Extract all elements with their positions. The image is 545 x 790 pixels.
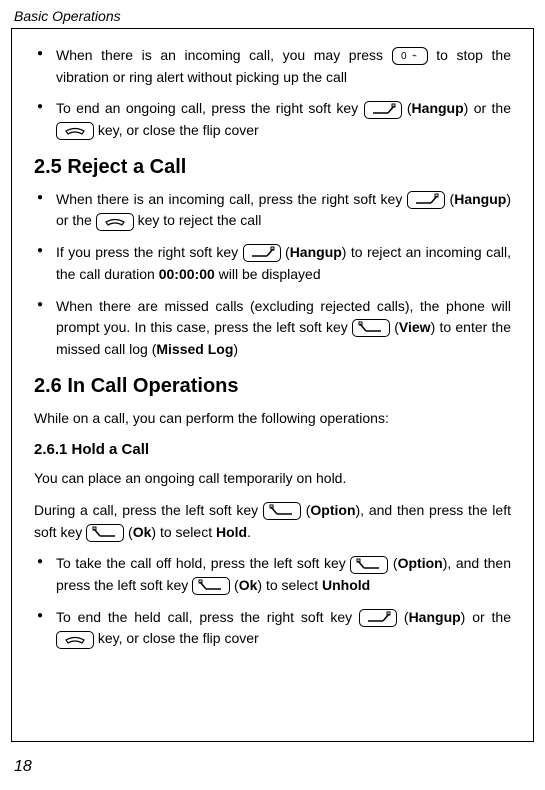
text: (	[281, 244, 290, 260]
text: (	[301, 502, 310, 518]
ok-label: Ok	[133, 524, 152, 540]
svg-text:0: 0	[401, 51, 407, 62]
text: key, or close the flip cover	[94, 122, 259, 138]
page-content: When there is an incoming call, you may …	[11, 28, 534, 742]
text: (	[230, 577, 239, 593]
text: ) to select	[151, 524, 216, 540]
right-softkey-icon	[364, 101, 402, 119]
right-softkey-icon	[359, 609, 397, 627]
hold-bullets: To take the call off hold, press the lef…	[34, 553, 511, 650]
hold-label: Hold	[216, 524, 247, 540]
left-softkey-icon	[263, 502, 301, 520]
text: (	[397, 609, 409, 625]
text: ) or the	[464, 100, 511, 116]
bullet-end-held: To end the held call, press the right so…	[34, 607, 511, 650]
text: During a call, press the left soft key	[34, 502, 263, 518]
right-softkey-icon	[407, 191, 445, 209]
hangup-label: Hangup	[290, 244, 342, 260]
left-softkey-icon	[86, 524, 124, 542]
hangup-label: Hangup	[409, 609, 461, 625]
text: (	[445, 191, 454, 207]
svg-text:⌁: ⌁	[412, 51, 417, 60]
text: .	[247, 524, 251, 540]
intro-bullets: When there is an incoming call, you may …	[34, 45, 511, 142]
heading-hold-call: 2.6.1 Hold a Call	[34, 441, 511, 458]
hold-intro: You can place an ongoing call temporaril…	[34, 468, 511, 490]
text: (	[124, 524, 133, 540]
bullet-end-call: To end an ongoing call, press the right …	[34, 98, 511, 141]
option-label: Option	[398, 555, 443, 571]
heading-reject-call: 2.5 Reject a Call	[34, 156, 511, 179]
bullet-stop-vibration: When there is an incoming call, you may …	[34, 45, 511, 88]
text: key to reject the call	[134, 212, 262, 228]
page-header: Basic Operations	[14, 8, 121, 24]
left-softkey-icon	[352, 319, 390, 337]
end-key-icon	[96, 213, 134, 231]
hangup-label: Hangup	[454, 191, 506, 207]
incall-intro: While on a call, you can perform the fol…	[34, 408, 511, 430]
ok-label: Ok	[239, 577, 258, 593]
right-softkey-icon	[243, 244, 281, 262]
text: key, or close the flip cover	[94, 630, 259, 646]
page-number: 18	[14, 758, 32, 776]
left-softkey-icon	[350, 556, 388, 574]
bullet-reject-duration: If you press the right soft key (Hangup)…	[34, 242, 511, 285]
view-label: View	[399, 319, 431, 335]
text: ) to select	[257, 577, 322, 593]
text: To end the held call, press the right so…	[56, 609, 359, 625]
text: (	[388, 555, 397, 571]
duration-label: 00:00:00	[159, 266, 215, 282]
hold-instructions: During a call, press the left soft key (…	[34, 500, 511, 543]
text: To take the call off hold, press the lef…	[56, 555, 350, 571]
zero-key-icon: 0⌁	[392, 47, 428, 65]
hangup-label: Hangup	[412, 100, 464, 116]
text: )	[233, 341, 238, 357]
text: (	[402, 100, 412, 116]
text: To end an ongoing call, press the right …	[56, 100, 364, 116]
bullet-reject-incoming: When there is an incoming call, press th…	[34, 189, 511, 232]
text: When there is an incoming call, you may …	[56, 47, 392, 63]
bullet-missed-calls: When there are missed calls (excluding r…	[34, 296, 511, 361]
unhold-label: Unhold	[322, 577, 370, 593]
text: will be displayed	[215, 266, 321, 282]
text: If you press the right soft key	[56, 244, 243, 260]
missed-log-label: Missed Log	[156, 341, 233, 357]
text: ) or the	[461, 609, 511, 625]
text: (	[390, 319, 399, 335]
bullet-unhold: To take the call off hold, press the lef…	[34, 553, 511, 596]
heading-incall-ops: 2.6 In Call Operations	[34, 375, 511, 398]
text: When there is an incoming call, press th…	[56, 191, 407, 207]
left-softkey-icon	[192, 577, 230, 595]
end-key-icon	[56, 631, 94, 649]
end-key-icon	[56, 122, 94, 140]
option-label: Option	[310, 502, 355, 518]
reject-bullets: When there is an incoming call, press th…	[34, 189, 511, 361]
